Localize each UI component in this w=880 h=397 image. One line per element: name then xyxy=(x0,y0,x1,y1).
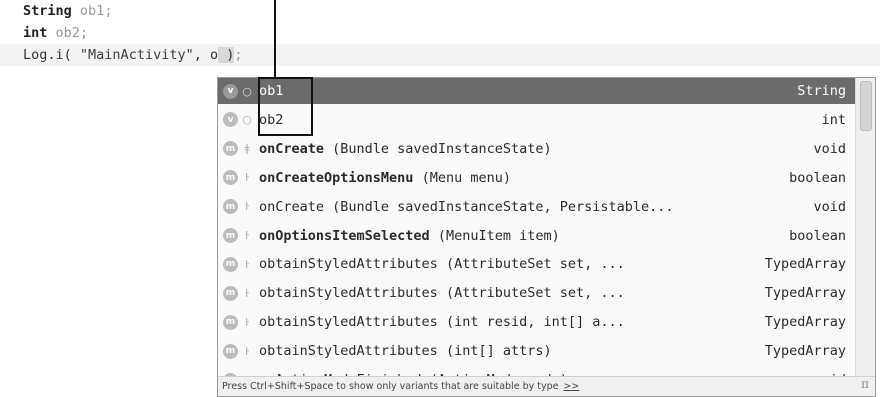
completion-name: ob1 xyxy=(259,83,284,99)
visibility-icon: ŀ xyxy=(245,344,249,358)
completion-item[interactable]: m ŀ obtainStyledAttributes (int[] attrs) Ty… xyxy=(218,338,856,364)
completion-label: obtainStyledAttributes (int resid, int[]… xyxy=(259,314,753,330)
hint-link[interactable]: >> xyxy=(563,381,579,392)
completion-params: (int[] attrs) xyxy=(437,343,552,360)
completion-item[interactable]: m ŀ onCreate (Bundle savedInstanceState, P… xyxy=(218,194,856,220)
popup-scrollbar[interactable] xyxy=(855,78,875,378)
code-line-3[interactable]: Log.i( "MainActivity", o ); xyxy=(0,44,880,66)
code-line-1[interactable]: String ob1; xyxy=(23,0,112,22)
completion-params: (Bundle savedInstanceState, Persistable.… xyxy=(324,198,674,215)
typed-text: o xyxy=(209,47,219,63)
completion-item[interactable]: m ŀ obtainStyledAttributes (AttributeSet s… xyxy=(218,280,856,306)
completion-item[interactable]: m ŀ obtainStyledAttributes (AttributeSet s… xyxy=(218,251,856,277)
completion-type: boolean xyxy=(789,169,846,186)
method-name: i xyxy=(55,47,64,63)
visibility-icon: ŀ xyxy=(245,200,249,214)
completion-params: (Bundle savedInstanceState) xyxy=(324,140,552,157)
completion-label: ob1 xyxy=(259,83,785,99)
popup-hint-bar: Press Ctrl+Shift+Space to show only vari… xyxy=(218,376,875,396)
completion-name: obtainStyledAttributes xyxy=(259,314,438,331)
completion-name: obtainStyledAttributes xyxy=(259,256,438,273)
visibility-icon: ǂ xyxy=(244,142,250,156)
variable-name: ob2 xyxy=(55,25,80,41)
completion-type: TypedArray xyxy=(764,285,846,302)
completion-type: void xyxy=(813,198,846,215)
completion-params: (AttributeSet set, ... xyxy=(437,256,625,273)
visibility-icon: ŀ xyxy=(245,315,249,329)
open-paren: ( xyxy=(63,47,80,63)
completion-params: (Menu menu) xyxy=(413,169,511,186)
completion-type: TypedArray xyxy=(764,314,846,331)
completion-item[interactable]: m ŀ onCreateOptionsMenu (Menu menu) boolean xyxy=(218,165,856,191)
method-icon: m xyxy=(223,199,238,215)
method-icon: m xyxy=(223,141,238,157)
semicolon: ; xyxy=(104,3,113,19)
variable-icon: v xyxy=(223,112,238,128)
visibility-icon: ○ xyxy=(242,84,252,98)
completion-type: int xyxy=(821,111,846,128)
completion-label: onCreate (Bundle savedInstanceState, Per… xyxy=(259,199,801,215)
completion-params: (int resid, int[] a... xyxy=(437,314,625,331)
completion-item[interactable]: m ŀ obtainStyledAttributes (int resid, int… xyxy=(218,309,856,335)
string-literal: "MainActivity" xyxy=(79,47,194,63)
completion-item[interactable]: v ○ ob1 String xyxy=(218,78,856,104)
completion-label: obtainStyledAttributes (AttributeSet set… xyxy=(259,285,753,301)
completion-params: (MenuItem item) xyxy=(429,227,560,244)
completion-type: String xyxy=(797,83,846,99)
separator: , xyxy=(193,47,210,63)
semicolon: ; xyxy=(79,25,89,41)
completion-item[interactable]: m ŀ onOptionsItemSelected (MenuItem item) b… xyxy=(218,223,856,249)
completion-type: boolean xyxy=(789,227,846,244)
visibility-icon: ○ xyxy=(242,113,252,127)
autocomplete-popup[interactable]: v ○ ob1 String v ○ ob2 int m ǂ onCreate (Bundle sa… xyxy=(217,77,876,397)
close-paren: ) xyxy=(218,47,235,63)
completion-label: ob2 xyxy=(259,112,810,128)
completion-label: onCreate (Bundle savedInstanceState) xyxy=(259,141,801,157)
completion-name: ob2 xyxy=(259,111,284,128)
method-icon: m xyxy=(223,256,238,272)
completion-type: void xyxy=(813,140,846,157)
visibility-icon: ŀ xyxy=(245,257,249,271)
completion-bold-name: onOptionsItemSelected xyxy=(259,227,430,244)
completion-bold-name: onCreateOptionsMenu xyxy=(259,169,414,186)
class-ref: Log. xyxy=(23,47,56,63)
scroll-thumb[interactable] xyxy=(860,81,872,131)
variable-icon: v xyxy=(223,83,238,99)
completion-label: onOptionsItemSelected (MenuItem item) xyxy=(259,228,777,244)
visibility-icon: ŀ xyxy=(245,229,249,242)
visibility-icon: ŀ xyxy=(245,171,249,185)
completion-type: TypedArray xyxy=(764,256,846,273)
semicolon: ; xyxy=(234,47,243,63)
visibility-icon: ŀ xyxy=(245,286,249,300)
completion-name: obtainStyledAttributes xyxy=(259,343,438,360)
method-icon: m xyxy=(223,170,238,186)
method-icon: m xyxy=(223,228,238,243)
variable-name: ob1 xyxy=(79,3,105,19)
completion-bold-name: onCreate xyxy=(259,140,325,157)
pi-icon[interactable]: π xyxy=(861,374,869,394)
code-line-2[interactable]: int ob2; xyxy=(23,22,88,44)
type-keyword: String xyxy=(23,3,72,19)
completion-type: TypedArray xyxy=(764,343,846,360)
method-icon: m xyxy=(223,343,238,359)
caret-callout-line xyxy=(274,0,276,77)
completion-label: onCreateOptionsMenu (Menu menu) xyxy=(259,170,777,186)
type-keyword: int xyxy=(23,25,48,41)
completion-name: obtainStyledAttributes xyxy=(259,285,438,302)
completion-params: (AttributeSet set, ... xyxy=(437,285,625,302)
method-icon: m xyxy=(223,285,238,301)
method-icon: m xyxy=(223,314,238,330)
completion-label: obtainStyledAttributes (AttributeSet set… xyxy=(259,256,753,272)
hint-text: Press Ctrl+Shift+Space to show only vari… xyxy=(222,381,559,392)
completion-item[interactable]: m ǂ onCreate (Bundle savedInstanceState) vo… xyxy=(218,136,856,162)
completion-name: onCreate xyxy=(259,198,325,215)
completion-label: obtainStyledAttributes (int[] attrs) xyxy=(259,343,753,359)
completion-item[interactable]: v ○ ob2 int xyxy=(218,107,856,133)
